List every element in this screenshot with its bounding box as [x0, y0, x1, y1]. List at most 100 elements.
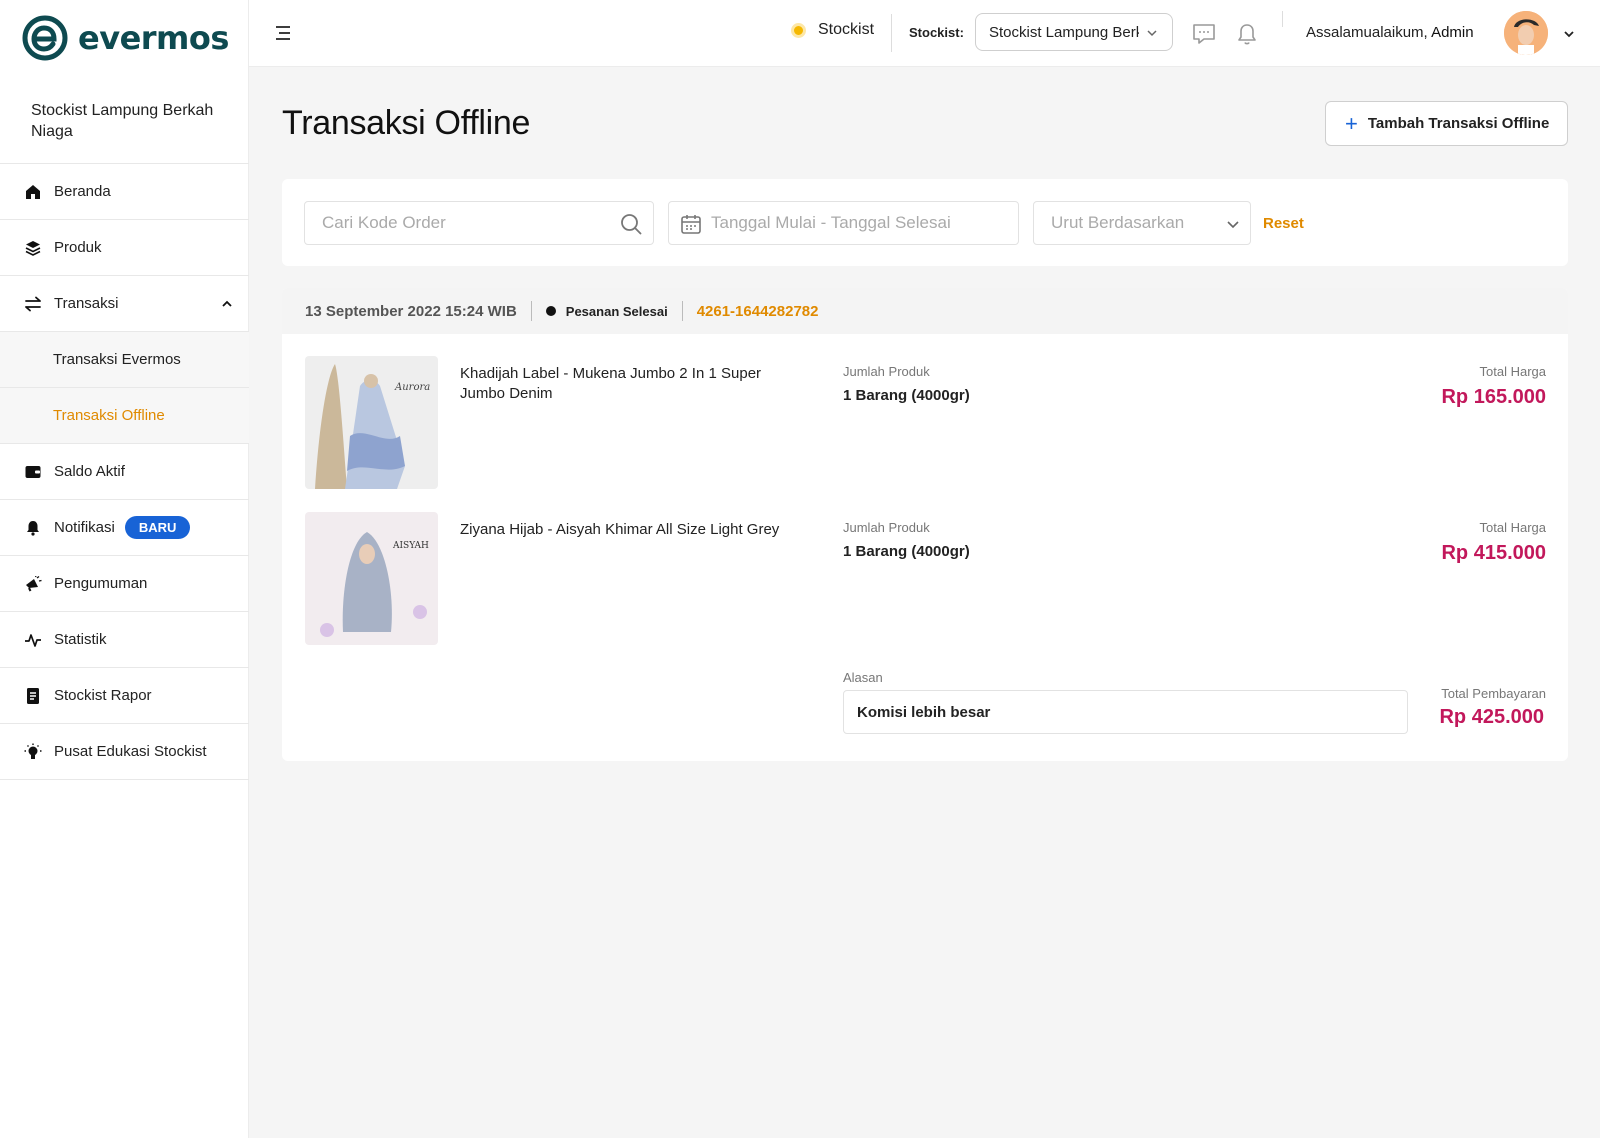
sidebar-item-transaksi[interactable]: Transaksi — [0, 276, 249, 332]
stockist-select[interactable]: Stockist Lampung Berkah Niaga — [975, 13, 1173, 51]
sidebar-item-pengumuman[interactable]: Pengumuman — [0, 556, 249, 612]
qty-value: 1 Barang (4000gr) — [843, 543, 970, 560]
price-value: Rp 165.000 — [1441, 386, 1546, 408]
sidebar-item-stockist-rapor[interactable]: Stockist Rapor — [0, 668, 249, 724]
transfer-icon — [24, 295, 42, 313]
new-badge: BARU — [124, 516, 191, 539]
brand-name: evermos — [78, 19, 229, 57]
home-icon — [24, 183, 42, 201]
product-image[interactable]: Aurora — [305, 356, 438, 489]
stockist-select-value: Stockist Lampung Berkah Niaga — [989, 23, 1139, 41]
qty-label: Jumlah Produk — [843, 520, 930, 535]
product-name: Khadijah Label - Mukena Jumbo 2 In 1 Sup… — [460, 365, 762, 402]
sort-select[interactable]: Urut Berdasarkan — [1033, 201, 1251, 245]
sidebar-item-label: Pusat Edukasi Stockist — [54, 743, 207, 760]
greeting-text: Assalamualaikum, — [1306, 24, 1428, 41]
evermos-logo-icon — [22, 15, 68, 61]
evermos-logo[interactable]: evermos — [22, 14, 229, 62]
megaphone-icon — [24, 575, 42, 593]
filter-bar: Cari Kode Order Tanggal Mulai - Tanggal … — [282, 179, 1568, 266]
price-value: Rp 415.000 — [1441, 542, 1546, 564]
sidebar-item-label: Transaksi Evermos — [53, 351, 181, 368]
reset-link[interactable]: Reset — [1263, 215, 1304, 232]
divider — [681, 301, 683, 321]
add-offline-transaction-button[interactable]: + Tambah Transaksi Offline — [1325, 101, 1568, 146]
status-dot-icon — [545, 306, 556, 316]
sidebar-item-statistik[interactable]: Statistik — [0, 612, 249, 668]
avatar[interactable] — [1504, 11, 1548, 55]
order-card: 13 September 2022 15:24 WIB Pesanan Sele… — [282, 288, 1568, 761]
date-range-input[interactable]: Tanggal Mulai - Tanggal Selesai — [668, 201, 1019, 245]
wallet-icon — [24, 463, 42, 481]
role-label: Stockist — [818, 21, 875, 38]
price-label: Total Harga — [1479, 520, 1546, 535]
product-image[interactable]: AISYAH — [305, 512, 438, 645]
menu-toggle-icon[interactable] — [275, 24, 291, 42]
khimar-product-image: AISYAH — [305, 512, 438, 645]
chevron-down-icon — [1147, 30, 1157, 37]
sidebar-item-label: Pengumuman — [54, 575, 148, 592]
sort-placeholder: Urut Berdasarkan — [1051, 213, 1185, 232]
sidebar-item-label: Beranda — [54, 183, 111, 200]
reason-value: Komisi lebih besar — [857, 703, 991, 721]
order-date: 13 September 2022 15:24 WIB — [305, 302, 517, 320]
total-payment-value: Rp 425.000 — [1439, 706, 1544, 728]
sidebar-item-pusat-edukasi[interactable]: Pusat Edukasi Stockist — [0, 724, 249, 780]
divider — [1282, 11, 1283, 27]
report-icon — [24, 687, 42, 705]
product-image-label: AISYAH — [392, 541, 429, 551]
total-payment-label: Total Pembayaran — [1441, 686, 1546, 701]
bell-icon — [24, 519, 42, 537]
sidebar-item-label: Transaksi Offline — [53, 407, 165, 424]
divider — [891, 14, 892, 52]
sidebar-item-label: Stockist Rapor — [54, 687, 152, 704]
mukena-product-image: Aurora — [305, 356, 438, 489]
qty-value: 1 Barang (4000gr) — [843, 387, 970, 404]
lightbulb-icon — [24, 743, 42, 761]
sidebar-item-label: Notifikasi — [54, 519, 115, 536]
divider — [530, 301, 532, 321]
layers-icon — [24, 239, 42, 257]
topbar: Stockist Stockist: Stockist Lampung Berk… — [249, 0, 1600, 67]
calendar-icon — [681, 215, 701, 234]
price-label: Total Harga — [1479, 364, 1546, 379]
stockist-label: Stockist: — [909, 25, 964, 40]
user-name: Admin — [1431, 24, 1474, 41]
sidebar-item-produk[interactable]: Produk — [0, 220, 249, 276]
activity-icon — [24, 631, 42, 649]
role-indicator: Stockist — [791, 21, 874, 39]
order-code[interactable]: 4261-1644282782 — [697, 303, 819, 320]
chat-icon[interactable] — [1192, 22, 1216, 46]
sidebar-item-label: Transaksi — [54, 295, 119, 312]
sidebar-item-saldo-aktif[interactable]: Saldo Aktif — [0, 444, 249, 500]
product-name: Ziyana Hijab - Aisyah Khimar All Size Li… — [460, 521, 780, 538]
qty-label: Jumlah Produk — [843, 364, 930, 379]
sidebar-item-transaksi-evermos[interactable]: Transaksi Evermos — [0, 332, 249, 388]
date-placeholder: Tanggal Mulai - Tanggal Selesai — [711, 213, 951, 232]
sidebar: evermos Stockist Lampung Berkah Niaga Be… — [0, 0, 249, 1138]
product-row: Aurora Khadijah Label - Mukena Jumbo 2 I… — [282, 356, 1568, 491]
product-row: AISYAH Ziyana Hijab - Aisyah Khimar All … — [282, 512, 1568, 647]
greeting: Assalamualaikum, Admin — [1306, 24, 1474, 41]
reason-field: Komisi lebih besar — [843, 690, 1408, 734]
sidebar-item-label: Produk — [54, 239, 102, 256]
sidebar-item-beranda[interactable]: Beranda — [0, 164, 249, 220]
order-header: 13 September 2022 15:24 WIB Pesanan Sele… — [282, 288, 1568, 334]
product-image-label: Aurora — [394, 382, 430, 393]
sidebar-item-transaksi-offline[interactable]: Transaksi Offline — [0, 388, 249, 444]
search-input[interactable]: Cari Kode Order — [304, 201, 654, 245]
sidebar-item-notifikasi[interactable]: Notifikasi BARU — [0, 500, 249, 556]
order-status: Pesanan Selesai — [565, 303, 668, 319]
chevron-up-icon[interactable] — [221, 298, 233, 310]
reason-label: Alasan — [843, 670, 883, 685]
chevron-down-icon[interactable] — [1563, 28, 1575, 40]
sidebar-item-label: Saldo Aktif — [54, 463, 125, 480]
avatar-image — [1504, 11, 1548, 55]
add-button-label: Tambah Transaksi Offline — [1367, 115, 1550, 132]
role-status-icon — [791, 22, 806, 38]
sidebar-menu: Beranda Produk Transaksi Transaksi Everm… — [0, 163, 249, 780]
sidebar-item-label: Statistik — [54, 631, 107, 648]
page-title: Transaksi Offline — [282, 104, 531, 142]
search-icon[interactable] — [620, 213, 642, 235]
notification-bell-icon[interactable] — [1235, 22, 1259, 46]
